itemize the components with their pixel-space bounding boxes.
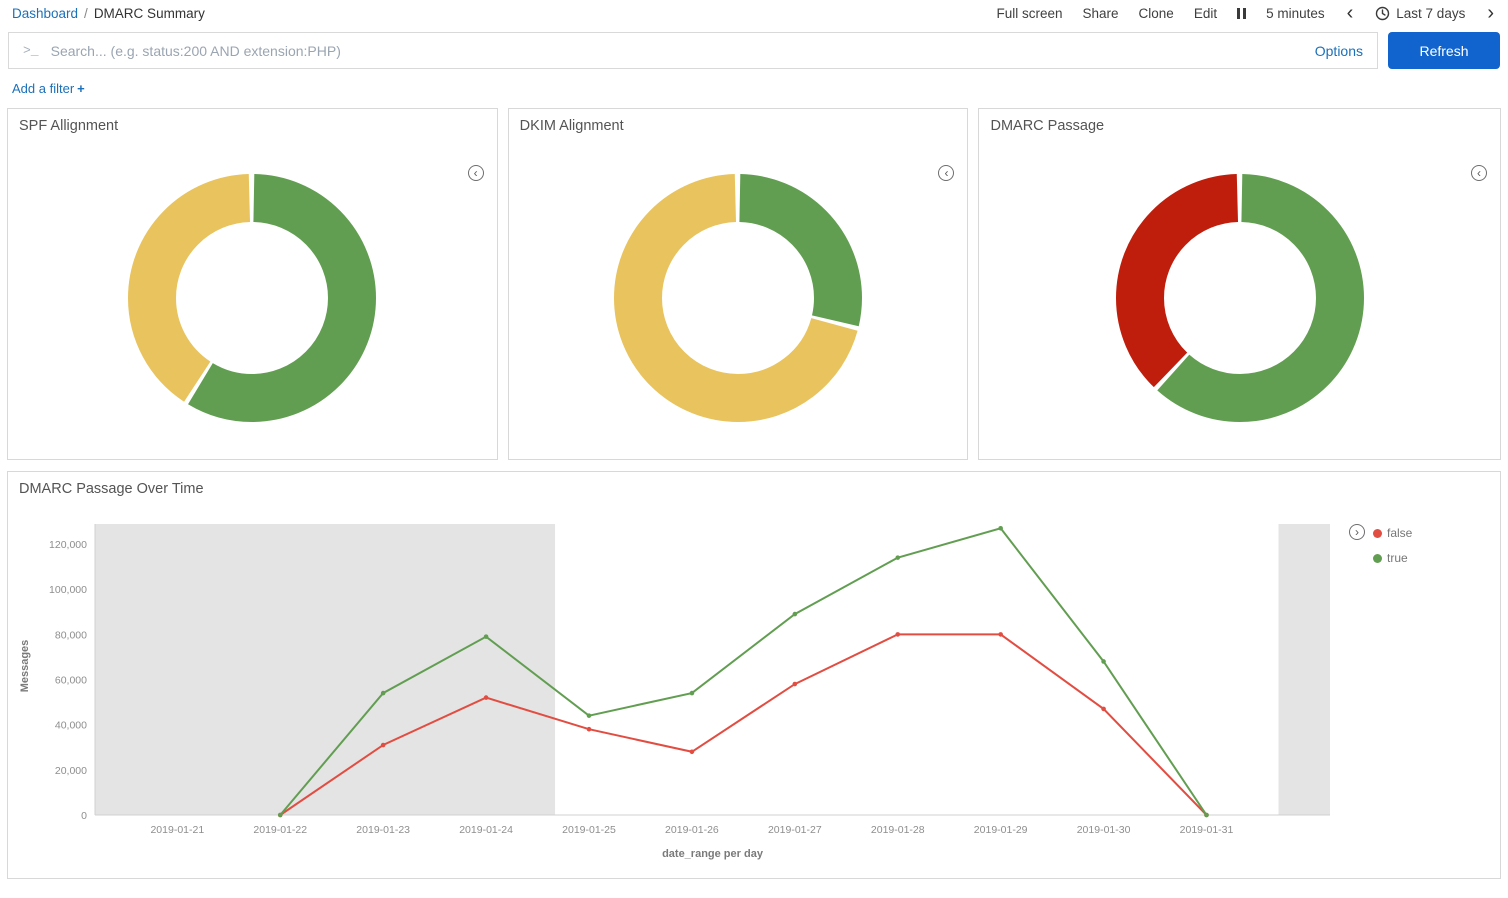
legend-toggle-icon[interactable]: ‹ [468,165,484,181]
query-bar: >_ Options Refresh [0,26,1508,73]
time-range-label: Last 7 days [1396,6,1465,21]
svg-text:Messages: Messages [19,640,31,693]
panel-dmarc-passage: DMARC Passage ‹ [978,108,1501,460]
legend-dot-false [1373,529,1382,538]
svg-text:20,000: 20,000 [55,765,87,777]
dmarc-over-time-line-chart[interactable]: 0 20,000 40,000 60,000 80,000 100,000 120,000 2… [10,510,1355,875]
time-forward-icon[interactable]: › [1485,3,1496,23]
panel-title: DMARC Passage Over Time [8,472,1500,506]
options-link[interactable]: Options [1315,43,1363,59]
query-prompt-icon: >_ [23,43,39,58]
svg-text:100,000: 100,000 [49,584,87,596]
svg-text:2019-01-24: 2019-01-24 [459,824,513,836]
legend-toggle-icon[interactable]: › [1349,524,1365,540]
legend-toggle-icon[interactable]: ‹ [1471,165,1487,181]
add-filter-link[interactable]: Add a filter+ [12,81,85,96]
svg-text:2019-01-29: 2019-01-29 [974,824,1028,836]
breadcrumb-separator: / [84,6,88,21]
full-screen-button[interactable]: Full screen [996,6,1062,21]
svg-text:2019-01-30: 2019-01-30 [1077,824,1131,836]
breadcrumb: Dashboard / DMARC Summary [12,6,205,21]
time-range-button[interactable]: Last 7 days [1375,6,1465,21]
legend-items: false true [1355,526,1500,565]
panel-dkim-alignment: DKIM Alignment ‹ [508,108,969,460]
pause-icon[interactable] [1237,8,1246,19]
legend-label: false [1387,526,1412,540]
svg-text:date_range per day: date_range per day [662,848,764,860]
clock-icon [1375,6,1390,21]
svg-text:2019-01-28: 2019-01-28 [871,824,925,836]
time-back-icon[interactable]: ‹ [1345,3,1356,23]
svg-text:2019-01-21: 2019-01-21 [150,824,204,836]
legend-label: true [1387,551,1408,565]
page-title: DMARC Summary [94,6,205,21]
filter-bar: Add a filter+ [0,73,1508,108]
panel-spf-alignment: SPF Allignment ‹ [7,108,498,460]
search-input[interactable] [49,42,1315,60]
svg-text:2019-01-27: 2019-01-27 [768,824,822,836]
plus-icon: + [77,81,85,96]
svg-text:2019-01-23: 2019-01-23 [356,824,410,836]
panel-title: DKIM Alignment [509,109,968,143]
dmarc-passage-donut-chart[interactable] [979,173,1500,423]
svg-text:80,000: 80,000 [55,629,87,641]
dkim-alignment-donut-chart[interactable] [509,173,968,423]
edit-button[interactable]: Edit [1194,6,1217,21]
clone-button[interactable]: Clone [1139,6,1174,21]
search-input-container: >_ Options [8,32,1378,69]
svg-text:40,000: 40,000 [55,720,87,732]
refresh-interval-button[interactable]: 5 minutes [1266,6,1325,21]
topbar-actions: Full screen Share Clone Edit 5 minutes ‹… [996,3,1496,23]
svg-text:2019-01-26: 2019-01-26 [665,824,719,836]
breadcrumb-dashboard-link[interactable]: Dashboard [12,6,78,21]
panel-dmarc-passage-over-time: DMARC Passage Over Time 0 20,000 40,000 60,… [7,471,1501,879]
top-nav: Dashboard / DMARC Summary Full screen Sh… [0,0,1508,26]
svg-text:120,000: 120,000 [49,539,87,551]
svg-text:60,000: 60,000 [55,675,87,687]
svg-text:2019-01-25: 2019-01-25 [562,824,616,836]
legend-item-false[interactable]: false [1373,526,1500,540]
chart-legend: › false true [1355,510,1500,875]
svg-text:0: 0 [81,810,87,822]
legend-item-true[interactable]: true [1373,551,1500,565]
refresh-button[interactable]: Refresh [1388,32,1500,69]
share-button[interactable]: Share [1083,6,1119,21]
panel-title: DMARC Passage [979,109,1500,143]
svg-text:2019-01-22: 2019-01-22 [253,824,307,836]
svg-text:2019-01-31: 2019-01-31 [1180,824,1234,836]
panels-row: SPF Allignment ‹ DKIM Alignment ‹ DMARC … [0,108,1508,460]
add-filter-label: Add a filter [12,81,74,96]
panel-title: SPF Allignment [8,109,497,143]
time-series-chart-area: 0 20,000 40,000 60,000 80,000 100,000 120,000 2… [8,506,1500,875]
legend-dot-true [1373,554,1382,563]
spf-alignment-donut-chart[interactable] [8,173,497,423]
